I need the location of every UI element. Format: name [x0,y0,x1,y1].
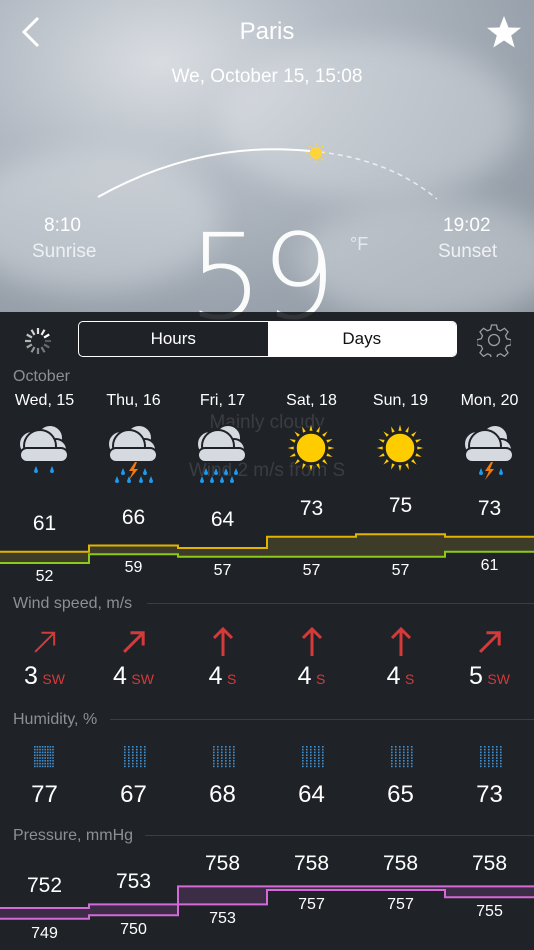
wind-speed: 4 [113,662,127,690]
humidity-icon [213,746,235,768]
wind-value: 3 SW [0,662,89,691]
wind-section-label: Wind speed, m/s [13,595,133,612]
wind-speed: 3 [24,662,38,690]
sunrise-label: Sunrise [32,241,97,262]
view-toggle: Hours Days [78,321,457,357]
day-label: Fri, 17 [199,392,246,409]
low-temperature: 52 [35,568,54,585]
pressure-low: 753 [209,910,236,928]
sunset-label: Sunset [438,241,498,262]
humidity-icon [34,746,54,768]
sunrise-time: 8:10 [44,215,81,236]
low-temperature: 57 [213,561,232,579]
sun-icon [285,422,337,474]
wind-value: 4 S [178,662,267,691]
humidity-icon [480,746,502,768]
humidity-value: 73 [476,781,503,808]
humidity-value: 64 [298,781,325,808]
wind-value: 4 SW [89,662,178,691]
wind-direction-arrow-icon [390,626,412,656]
wind-speed: 4 [386,662,401,690]
tab-days[interactable]: Days [267,322,456,356]
wind-speed: 4 [297,662,312,690]
sun-icon [374,422,426,474]
wind-direction-arrow-icon [479,631,501,653]
low-temperature: 57 [391,561,410,579]
pressure-low: 757 [387,896,414,913]
humidity-icon [124,746,146,768]
low-temperature: 57 [302,561,321,579]
divider [110,719,534,720]
date-time: We, October 15, 15:08 [171,66,363,87]
gear-icon[interactable] [477,323,511,357]
divider [145,835,534,836]
wind-direction: SW [487,671,510,687]
pressure-high: 752 [26,874,63,897]
wind-direction: S [405,671,415,687]
cloud-thunderstorm-icon [107,424,158,483]
wind-direction-arrow-icon [123,631,145,653]
low-temperature: 61 [480,556,499,574]
wind-value: 5 SW [445,662,534,691]
condition-text: Mainly cloudy [209,412,325,433]
wind-text: Wind 2 m/s from S [188,460,346,481]
wind-direction: SW [131,671,154,687]
low-temperature: 59 [124,559,143,577]
wind-speed: 4 [208,662,223,690]
wind-value: 4 S [267,662,356,691]
high-temperature: 75 [388,494,413,518]
pressure-high: 753 [115,870,152,894]
wind-direction-arrow-icon [301,626,323,656]
day-label: Thu, 16 [106,392,161,409]
tab-hours[interactable]: Hours [79,322,268,356]
pressure-low: 750 [120,921,147,939]
high-temperature: 66 [121,505,146,529]
spinner-icon [25,328,51,354]
pressure-low: 749 [31,924,58,942]
humidity-icon [391,746,413,768]
temperature-unit: °F [350,234,369,254]
wind-direction-arrow-icon [34,631,56,653]
cloud-rain-icon [18,424,69,473]
pressure-section-label: Pressure, mmHg [13,827,134,844]
humidity-icon [302,746,324,768]
high-temperature: 61 [32,511,57,535]
day-label: Mon, 20 [460,392,519,409]
high-temperature: 73 [477,496,502,520]
wind-direction: S [227,671,237,687]
pressure-high: 758 [471,852,508,876]
divider [147,603,534,604]
pressure-high: 758 [382,852,419,876]
wind-direction-arrow-icon [212,626,234,656]
day-label: Sun, 19 [372,392,429,409]
sunset-time: 19:02 [443,215,491,236]
humidity-value: 67 [120,781,147,808]
pressure-high: 758 [204,852,241,876]
humidity-value: 77 [31,781,58,808]
day-label: Sat, 18 [286,392,337,409]
city-title: Paris [239,18,295,45]
high-temperature: 73 [299,496,324,520]
cloud-thunderstorm-icon [463,424,514,480]
humidity-value: 68 [209,781,236,808]
high-temperature: 64 [210,508,235,531]
wind-speed: 5 [469,662,483,690]
month-label: October [13,368,70,385]
wind-value: 4 S [356,662,445,691]
humidity-value: 65 [387,781,414,808]
pressure-low: 755 [476,903,503,921]
wind-direction: S [316,671,326,687]
humidity-section-label: Humidity, % [13,711,98,728]
pressure-high: 758 [293,852,330,876]
wind-direction: SW [42,671,65,687]
pressure-low: 757 [298,896,325,913]
cloud-heavy-rain-icon [196,424,247,483]
day-label: Wed, 15 [14,392,75,409]
